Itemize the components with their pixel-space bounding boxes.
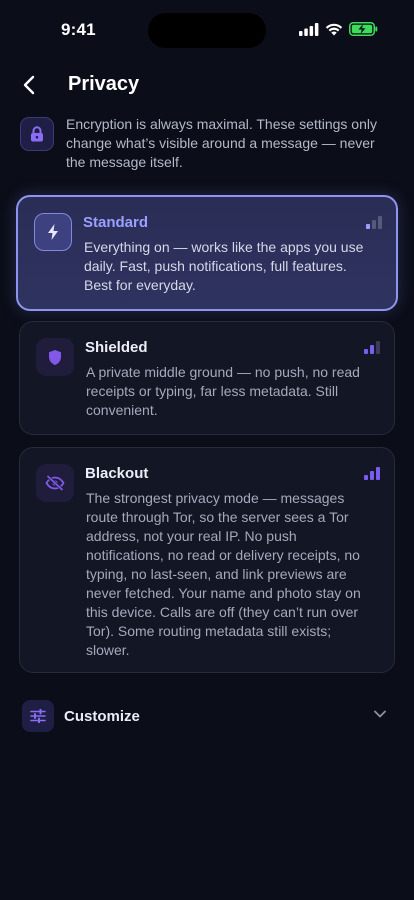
customize-label: Customize xyxy=(64,708,140,725)
chevron-left-icon xyxy=(23,75,35,95)
privacy-level-bars-icon xyxy=(366,215,382,229)
bolt-icon xyxy=(48,224,58,240)
page-title: Privacy xyxy=(68,73,140,95)
card-icon-badge xyxy=(36,464,74,502)
status-time: 9:41 xyxy=(61,20,96,39)
eye-off-icon xyxy=(45,475,65,491)
mode-title: Blackout xyxy=(85,465,149,482)
back-button[interactable] xyxy=(14,70,44,100)
lock-badge xyxy=(20,117,54,151)
lock-icon xyxy=(31,126,43,142)
info-text: Encryption is always maximal. These sett… xyxy=(66,116,377,170)
mode-description: A private middle ground — no push, no re… xyxy=(86,364,360,418)
mode-description: The strongest privacy mode — messages ro… xyxy=(86,490,361,658)
mode-description: Everything on — works like the apps you … xyxy=(84,239,364,293)
mode-card-blackout[interactable]: Blackout The strongest privacy mode — me… xyxy=(19,447,395,673)
status-icons xyxy=(299,22,378,36)
privacy-screen: 9:41 Privacy Encryption is always maxima… xyxy=(0,0,414,900)
privacy-level-bars-icon xyxy=(364,466,380,480)
chevron-down-icon[interactable] xyxy=(374,710,386,718)
customize-badge xyxy=(22,700,54,732)
battery-charging-icon xyxy=(349,22,378,36)
mode-title: Shielded xyxy=(85,339,148,356)
customize-row[interactable]: Customize xyxy=(22,700,394,734)
mode-card-standard[interactable]: Standard Everything on — works like the … xyxy=(16,195,398,311)
card-icon-badge xyxy=(34,213,72,251)
mode-card-shielded[interactable]: Shielded A private middle ground — no pu… xyxy=(19,321,395,435)
privacy-level-bars-icon xyxy=(364,340,380,354)
status-bar: 9:41 xyxy=(0,0,414,60)
wifi-icon xyxy=(325,23,343,35)
dynamic-island xyxy=(148,13,266,48)
card-icon-badge xyxy=(36,338,74,376)
shield-icon xyxy=(49,349,61,365)
mode-title: Standard xyxy=(83,214,149,231)
signal-icon xyxy=(299,22,319,36)
sliders-icon xyxy=(30,709,46,723)
